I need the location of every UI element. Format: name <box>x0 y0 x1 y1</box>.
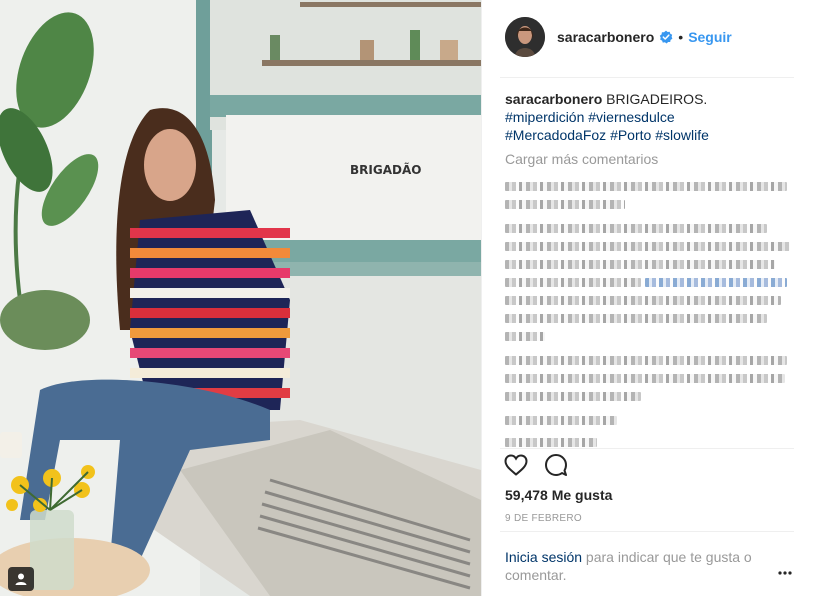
comment-blurred <box>505 314 767 323</box>
username-link[interactable]: saracarbonero <box>557 29 654 45</box>
comments-list <box>505 176 795 447</box>
login-link[interactable]: Inicia sesión <box>505 549 582 565</box>
more-options-icon <box>778 571 792 575</box>
hashtag-link[interactable]: #Porto <box>610 127 651 143</box>
verified-badge-icon <box>659 30 673 44</box>
post-header: saracarbonero • Seguir <box>505 15 795 59</box>
heart-icon <box>504 453 528 476</box>
post-image: BRIGADÃO <box>0 0 481 596</box>
comment-button[interactable] <box>544 453 568 482</box>
comment-blurred <box>505 242 790 251</box>
post-photo[interactable]: BRIGADÃO <box>0 0 481 596</box>
photo-sign-text: BRIGADÃO <box>350 162 421 177</box>
avatar[interactable] <box>505 17 545 57</box>
separator-dot: • <box>678 29 684 45</box>
divider <box>500 77 794 78</box>
caption-username[interactable]: saracarbonero <box>505 91 602 107</box>
caption-text: BRIGADEIROS. <box>606 91 708 107</box>
comment-bubble-icon <box>545 453 567 476</box>
like-button[interactable] <box>504 453 528 481</box>
post-side-panel: saracarbonero • Seguir saracarbonero BRI… <box>481 0 814 596</box>
comment-blurred <box>505 260 775 269</box>
comment-blurred <box>505 438 597 447</box>
comment-blurred <box>505 278 641 287</box>
hashtag-link[interactable]: #slowlife <box>655 127 709 143</box>
comment-blurred <box>505 224 767 233</box>
hashtag-link[interactable]: #viernesdulce <box>588 109 674 125</box>
comment-blurred <box>505 296 781 305</box>
comment-blurred <box>505 356 787 365</box>
likes-count[interactable]: 59,478 Me gusta <box>505 487 612 503</box>
comment-blurred <box>505 374 785 383</box>
hashtag-link[interactable]: #miperdición <box>505 109 584 125</box>
post-actions <box>504 453 568 482</box>
divider <box>500 531 794 532</box>
user-tag-button[interactable] <box>8 567 34 591</box>
user-tag-icon <box>15 573 27 585</box>
comment-blurred <box>505 332 545 341</box>
comment-blurred <box>505 182 787 191</box>
login-prompt: Inicia sesión para indicar que te gusta … <box>505 548 775 584</box>
comment-blurred <box>505 392 641 401</box>
comment-blurred <box>505 416 617 425</box>
hashtag-link[interactable]: #MercadodaFoz <box>505 127 606 143</box>
avatar-image <box>505 17 545 57</box>
more-options-button[interactable] <box>776 564 794 582</box>
follow-button[interactable]: Seguir <box>688 29 732 45</box>
post-date[interactable]: 9 DE FEBRERO <box>505 513 582 524</box>
post-caption: saracarbonero BRIGADEIROS. #miperdición … <box>505 90 795 144</box>
divider <box>500 448 794 449</box>
comment-blurred <box>505 200 625 209</box>
comment-blurred <box>645 278 787 287</box>
load-more-comments-button[interactable]: Cargar más comentarios <box>505 151 658 167</box>
